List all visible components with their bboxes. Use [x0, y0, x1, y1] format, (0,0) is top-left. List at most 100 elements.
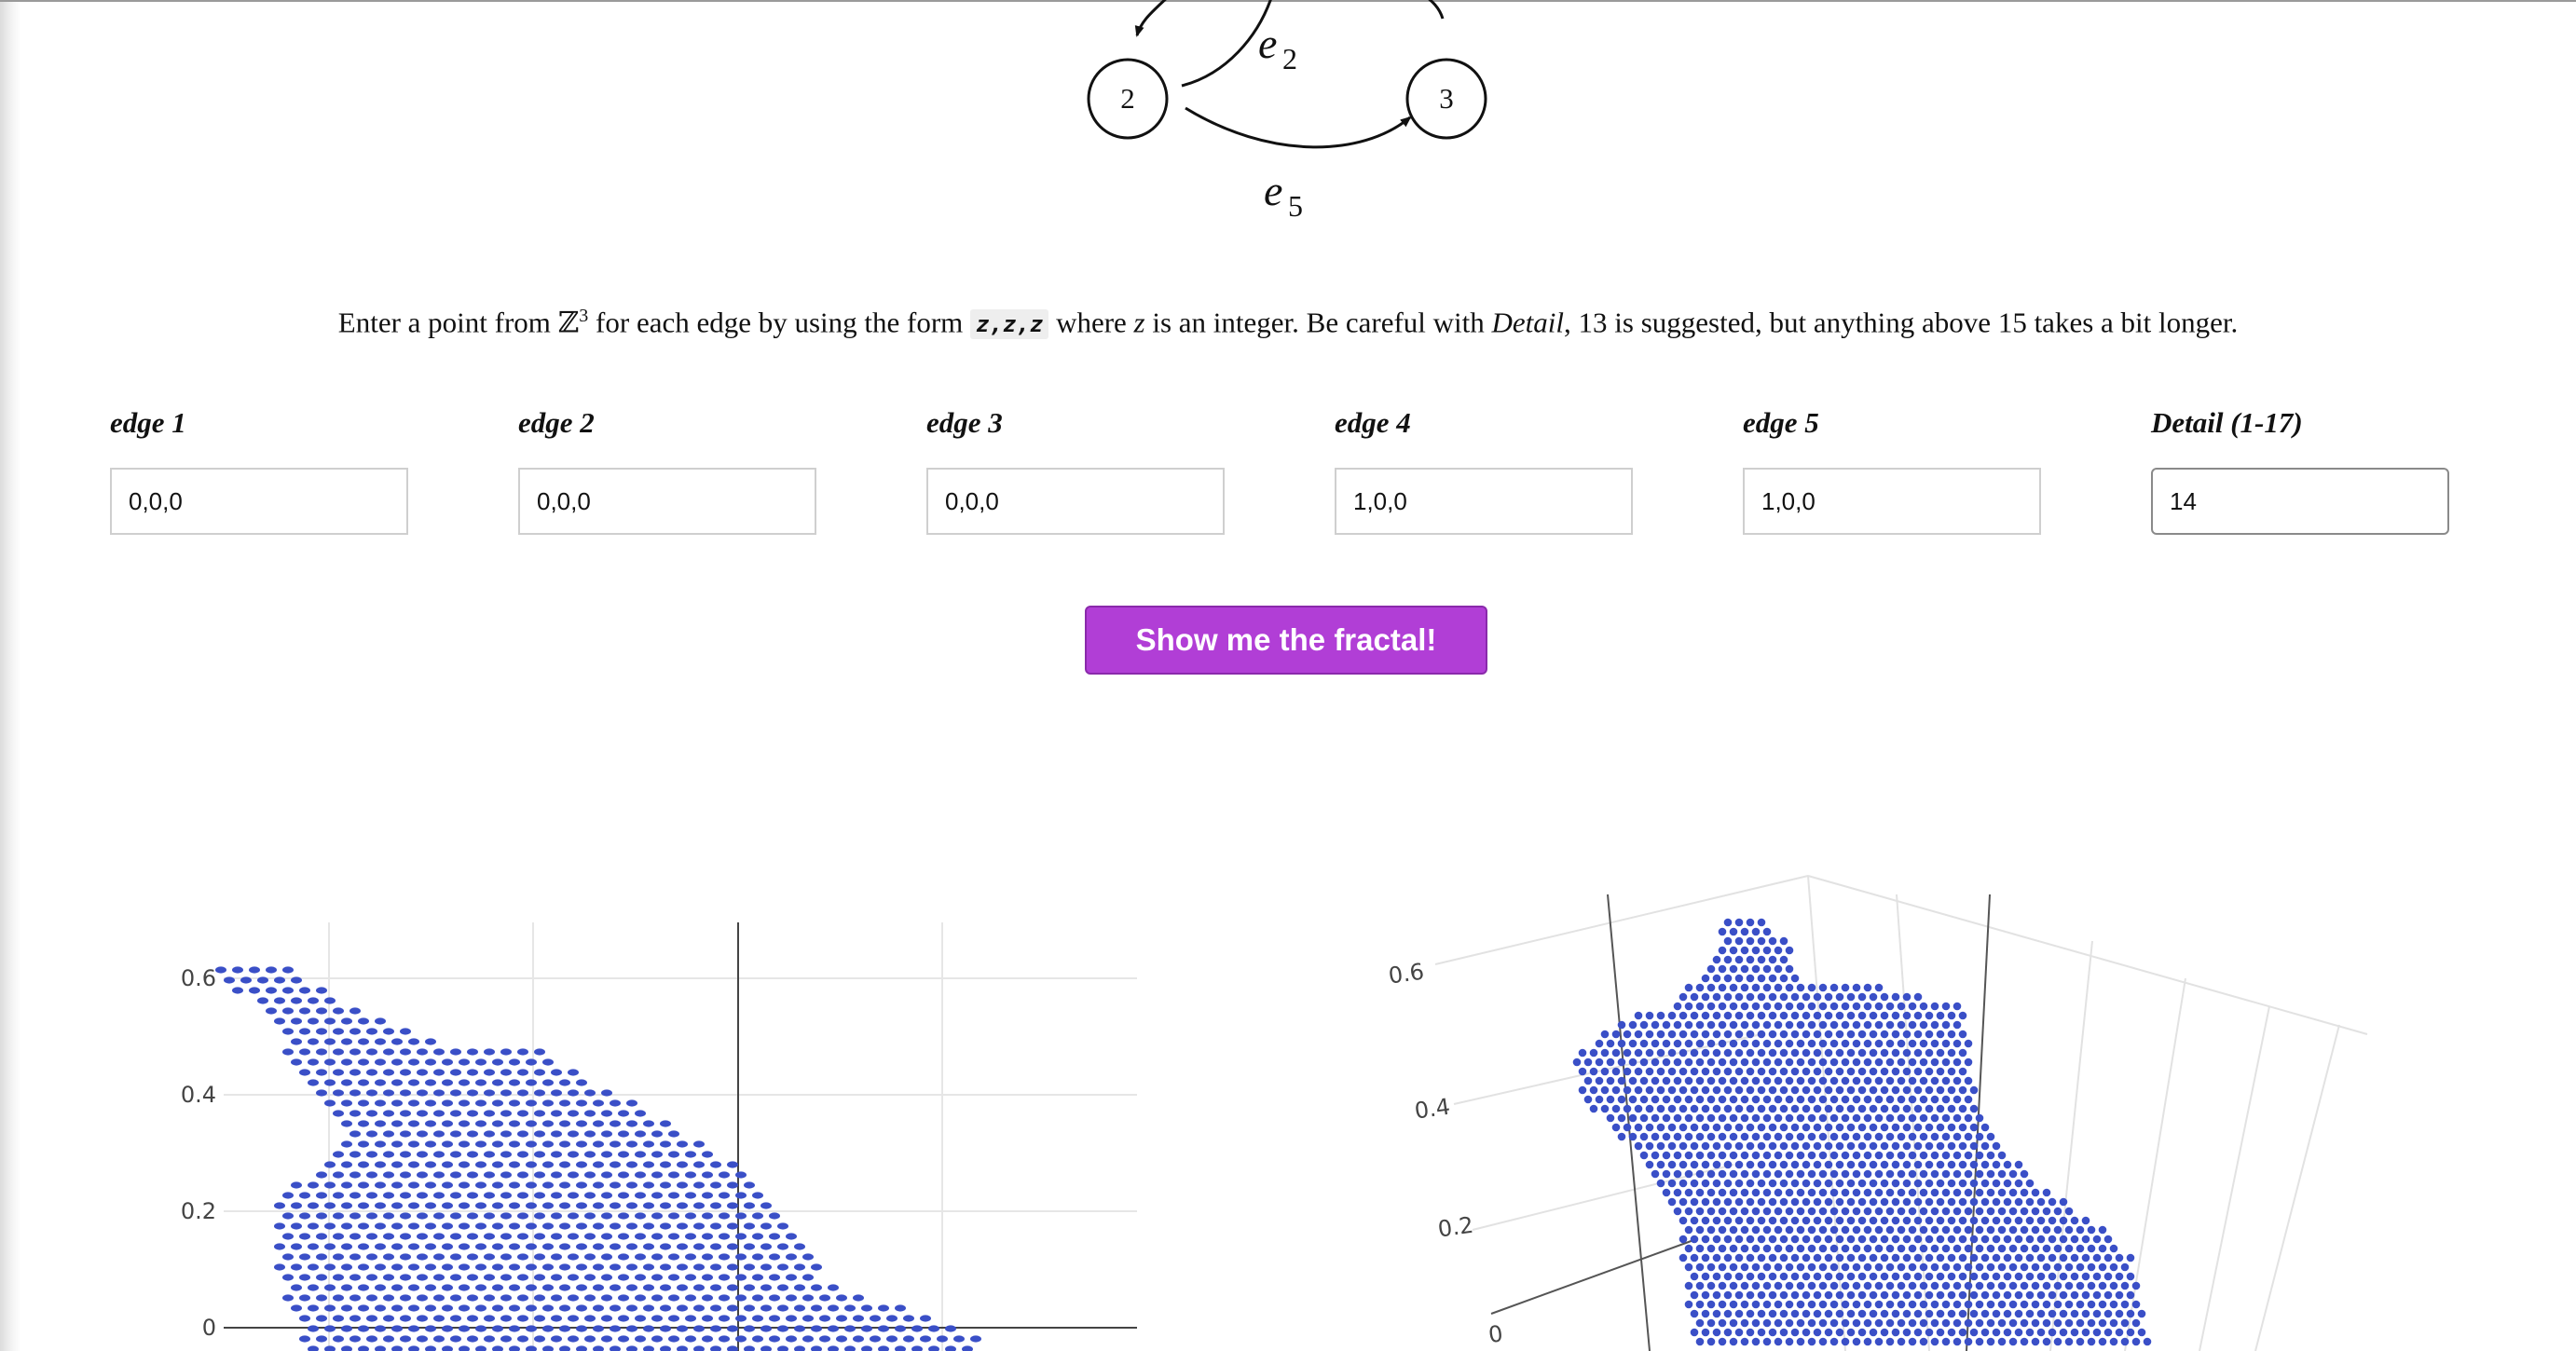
plot-3d-point: [1863, 1076, 1872, 1085]
plot-3d-point: [1908, 1002, 1917, 1011]
plot-3d-point: [2070, 1253, 2079, 1262]
plot-3d-point: [1729, 1002, 1738, 1011]
plot-2d-point: [593, 1120, 604, 1127]
plot-2d-point: [459, 1304, 470, 1312]
plot-3d-point: [1925, 1253, 1934, 1262]
plot-3d-point: [1841, 1151, 1850, 1160]
plot-2d-point: [383, 1048, 394, 1056]
plot-3d-point: [2059, 1328, 2068, 1337]
plot-3d-point: [1606, 1039, 1615, 1048]
plot-2d-point: [400, 1233, 411, 1240]
plot-3d-point: [1583, 1076, 1593, 1085]
detail-input[interactable]: [2151, 468, 2449, 535]
plot-3d-point: [2008, 1244, 2018, 1253]
plot-3d-point: [1936, 1290, 1945, 1300]
plot-2d-point: [635, 1212, 646, 1220]
plot-3d-point: [1706, 1132, 1716, 1141]
plot-2d-point: [467, 1171, 478, 1179]
edge-2-input[interactable]: [518, 468, 816, 535]
plot-3d-point: [1656, 1048, 1665, 1058]
plot-3d-point: [1617, 1095, 1626, 1104]
plot-3d-point: [1802, 1160, 1811, 1169]
plot-3d-point: [1852, 1318, 1861, 1328]
plot-3d-point: [1695, 1169, 1705, 1179]
plot-3d-point: [1690, 1011, 1699, 1020]
plot-3d-point: [1751, 1207, 1761, 1216]
plot-3d-point: [1863, 1169, 1872, 1179]
fractal-2d-plot[interactable]: 0.6 0.4 0.2 0: [158, 894, 1165, 1351]
plot-3d-point: [1857, 992, 1867, 1002]
plot-3d-point: [1869, 1123, 1878, 1132]
plot-2d-point: [786, 1315, 797, 1322]
plot-3d-point: [1913, 1216, 1923, 1225]
plot-3d-point: [1701, 1309, 1710, 1318]
plot-3d-point: [1975, 1318, 1984, 1328]
plot-3d-point: [1645, 1030, 1654, 1039]
plot-3d-point: [1969, 1272, 1979, 1281]
plot-3d-point: [1807, 1244, 1816, 1253]
edge-4-input[interactable]: [1335, 468, 1633, 535]
plot-3d-point: [1600, 1048, 1610, 1058]
plot-3d-point: [1790, 1235, 1800, 1244]
plot-3d-point: [1695, 1281, 1705, 1290]
plot-3d-point: [1919, 1020, 1928, 1030]
plot-3d-point: [2103, 1309, 2113, 1318]
plot-3d-point: [1768, 1197, 1777, 1207]
plot-3d-point: [1824, 1141, 1833, 1151]
plot-2d-point: [593, 1140, 604, 1148]
plot-3d-point: [1941, 1113, 1951, 1123]
plot-2d-point: [618, 1151, 629, 1158]
plot-3d-point: [1645, 1085, 1654, 1095]
plot-2d-point: [517, 1192, 528, 1199]
plot-3d-point: [1768, 974, 1777, 983]
plot-2d-point: [517, 1089, 528, 1097]
plot-2d-point: [299, 1294, 310, 1302]
plot-2d-point: [383, 1233, 394, 1240]
plot-3d-point: [1863, 1132, 1872, 1141]
plot-2d-point: [593, 1263, 604, 1271]
plot-2d-point: [710, 1161, 721, 1168]
plot-3d-point: [2031, 1244, 2040, 1253]
plot-3d-point: [2042, 1281, 2051, 1290]
plot-2d-point: [576, 1304, 587, 1312]
edge-1-input[interactable]: [110, 468, 408, 535]
plot-3d-point: [1667, 1067, 1677, 1076]
edge-3-input[interactable]: [926, 468, 1225, 535]
show-fractal-button[interactable]: Show me the fractal!: [1085, 606, 1487, 675]
plot-3d-point: [1790, 1030, 1800, 1039]
plot-2d-point: [366, 1089, 377, 1097]
plot-3d-ytick-0: 0: [1487, 1320, 1504, 1348]
plot-3d-point: [2014, 1290, 2023, 1300]
plot-2d-point: [433, 1089, 445, 1097]
plot-3d-point: [1679, 1179, 1688, 1188]
plot-3d-point: [1975, 1188, 1984, 1197]
plot-3d-point: [1684, 1207, 1693, 1216]
plot-3d-point: [1880, 1141, 1889, 1151]
plot-2d-point: [576, 1222, 587, 1230]
plot-3d-point: [1740, 1169, 1749, 1179]
plot-3d-point: [1874, 1076, 1884, 1085]
plot-3d-point: [2048, 1235, 2057, 1244]
plot-2d-point: [610, 1181, 621, 1189]
plot-3d-point: [2070, 1290, 2079, 1300]
plot-2d-point: [475, 1325, 486, 1332]
plot-3d-point: [1880, 1309, 1889, 1318]
fractal-3d-plot[interactable]: 0.6 0.4 0.2 0: [1361, 839, 2479, 1351]
plot-3d-point: [1617, 1020, 1626, 1030]
plot-3d-point: [1857, 1048, 1867, 1058]
plot-3d-point: [1925, 1179, 1934, 1188]
plot-2d-point: [333, 1192, 344, 1199]
plot-3d-point: [1768, 1048, 1777, 1058]
plot-2d-point: [668, 1335, 679, 1343]
plot-3d-point: [1790, 1179, 1800, 1188]
plot-3d-point: [1796, 1020, 1805, 1030]
edge-5-input[interactable]: [1743, 468, 2041, 535]
plot-3d-point: [1807, 1039, 1816, 1048]
plot-3d-point: [1936, 1235, 1945, 1244]
plot-2d-point: [349, 1089, 361, 1097]
plot-3d-point: [1980, 1290, 1990, 1300]
plot-2d-point: [383, 1294, 394, 1302]
plot-2d-point: [593, 1222, 604, 1230]
plot-3d-point: [1706, 1113, 1716, 1123]
plot-3d-point: [1746, 1216, 1755, 1225]
